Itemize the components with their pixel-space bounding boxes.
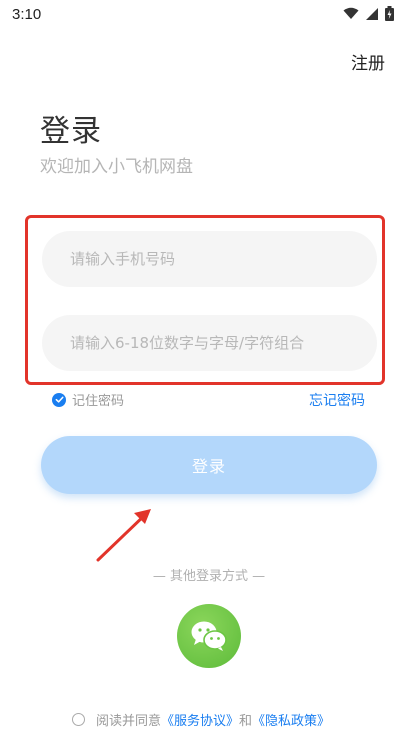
- phone-input[interactable]: [42, 231, 377, 287]
- wechat-icon: [191, 621, 227, 651]
- agreement-prefix: 阅读并同意: [96, 714, 162, 729]
- forgot-password-link[interactable]: 忘记密码: [309, 390, 365, 410]
- agreement-radio[interactable]: [72, 713, 85, 726]
- page-subtitle: 欢迎加入小飞机网盘: [40, 157, 193, 177]
- agreement-row: 阅读并同意 《服务协议》 和 《隐私政策》: [72, 710, 330, 729]
- agreement-and: 和: [239, 714, 253, 729]
- signal-icon: [366, 7, 378, 20]
- check-icon: [52, 392, 66, 407]
- register-link[interactable]: 注册: [351, 49, 385, 74]
- status-icons: [343, 6, 394, 21]
- battery-icon: [385, 6, 394, 21]
- page-title: 登录: [40, 114, 102, 149]
- annotation-arrow: [96, 509, 151, 562]
- wifi-icon: [343, 7, 359, 19]
- password-input[interactable]: [42, 315, 377, 371]
- service-agreement-link[interactable]: 《服务协议》: [161, 710, 239, 729]
- status-bar: 3:10: [0, 0, 418, 32]
- wechat-login-button[interactable]: [177, 604, 241, 668]
- privacy-policy-link[interactable]: 《隐私政策》: [252, 710, 330, 729]
- login-button[interactable]: 登录: [41, 436, 377, 494]
- remember-password-checkbox[interactable]: 记住密码: [52, 390, 124, 409]
- remember-password-label: 记住密码: [72, 394, 125, 409]
- other-login-label: — 其他登录方式 —: [152, 569, 266, 584]
- status-time: 3:10: [12, 6, 42, 23]
